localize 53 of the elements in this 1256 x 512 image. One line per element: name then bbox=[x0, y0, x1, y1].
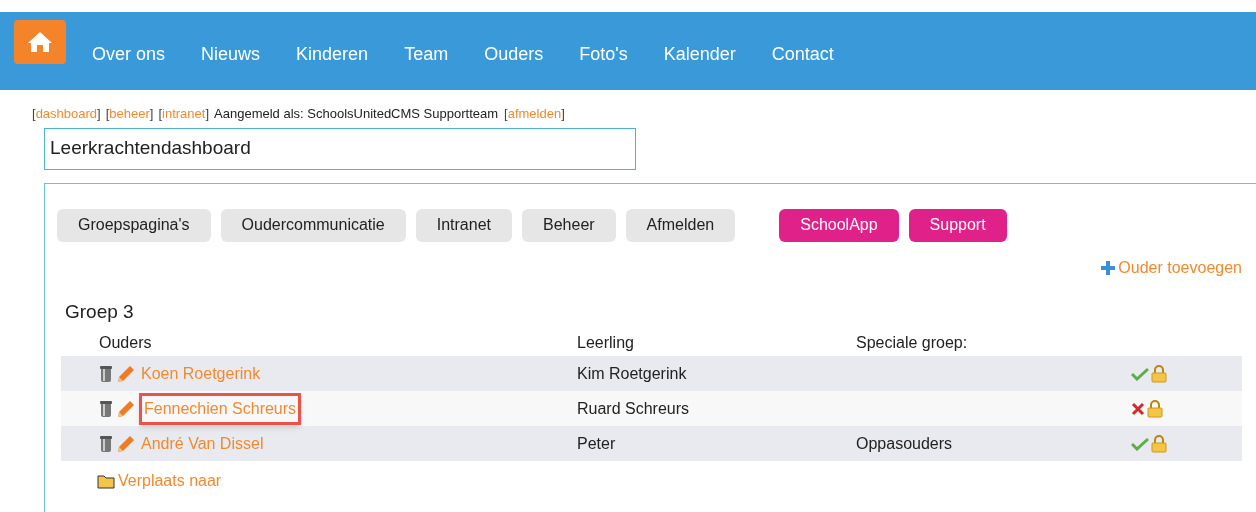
nav-button[interactable]: Oudercommunicatie bbox=[220, 208, 406, 242]
lock-icon bbox=[1151, 364, 1167, 383]
parent-link[interactable]: André Van Dissel bbox=[139, 431, 266, 456]
nav-button[interactable]: SchoolApp bbox=[779, 208, 899, 242]
userbar-link[interactable]: beheer bbox=[109, 104, 150, 124]
student-name: Ruard Schreurs bbox=[577, 399, 690, 417]
column-header: Leerling bbox=[577, 334, 634, 351]
nav-button[interactable]: Intranet bbox=[415, 208, 512, 242]
lock-icon bbox=[1147, 399, 1163, 418]
nav-link[interactable]: Kalender bbox=[663, 41, 736, 68]
bracket: [ bbox=[504, 105, 508, 123]
nav-link[interactable]: Nieuws bbox=[201, 41, 261, 68]
bracket: ] bbox=[149, 105, 154, 123]
login-status: Aangemeld als: SchoolsUnitedCMS Supportteam bbox=[214, 105, 499, 123]
folder-icon bbox=[97, 473, 115, 489]
column-header: Ouders bbox=[99, 334, 152, 351]
pencil-icon bbox=[117, 399, 135, 418]
nav-link[interactable]: Contact bbox=[771, 41, 834, 68]
trash-icon bbox=[99, 434, 113, 453]
nav-button[interactable]: Beheer bbox=[522, 208, 616, 242]
parent-link[interactable]: Fennechien Schreurs bbox=[139, 392, 302, 425]
nav-link[interactable]: Over ons bbox=[92, 41, 166, 68]
userbar-link[interactable]: intranet bbox=[162, 104, 206, 124]
bracket: ] bbox=[97, 105, 101, 123]
trash-icon bbox=[99, 364, 113, 383]
student-name: Peter bbox=[577, 434, 616, 452]
bracket: [ bbox=[158, 105, 163, 123]
special-group: Oppasouders bbox=[856, 434, 953, 452]
pencil-icon bbox=[117, 434, 135, 453]
nav-link[interactable]: Ouders bbox=[484, 41, 544, 68]
nav-link[interactable]: Foto's bbox=[579, 41, 628, 68]
group-title: Groep 3 bbox=[65, 299, 135, 324]
page-title: Leerkrachtendashboard bbox=[44, 127, 636, 170]
bracket: [ bbox=[32, 105, 36, 123]
student-name: Kim Roetgerink bbox=[577, 364, 687, 382]
home-icon bbox=[26, 30, 54, 54]
bracket: ] bbox=[561, 105, 565, 123]
nav-link[interactable]: Kinderen bbox=[296, 41, 369, 68]
bracket: ] bbox=[205, 105, 210, 123]
lock-icon bbox=[1151, 434, 1167, 453]
nav-button[interactable]: Support bbox=[908, 208, 1007, 242]
column-header: Speciale groep: bbox=[856, 334, 968, 351]
plus-icon bbox=[1100, 259, 1117, 276]
bracket: [ bbox=[105, 105, 110, 123]
parent-link[interactable]: Koen Roetgerink bbox=[139, 361, 263, 386]
move-to-link[interactable]: Verplaats naar bbox=[97, 469, 222, 493]
pencil-icon bbox=[117, 364, 135, 383]
trash-icon bbox=[99, 399, 113, 418]
nav-button[interactable]: Afmelden bbox=[625, 208, 736, 242]
home-button[interactable] bbox=[14, 20, 66, 64]
nav-button[interactable]: Groepspagina's bbox=[57, 208, 211, 242]
nav-link[interactable]: Team bbox=[404, 41, 449, 68]
add-parent-link[interactable]: Ouder toevoegen bbox=[1100, 255, 1242, 280]
